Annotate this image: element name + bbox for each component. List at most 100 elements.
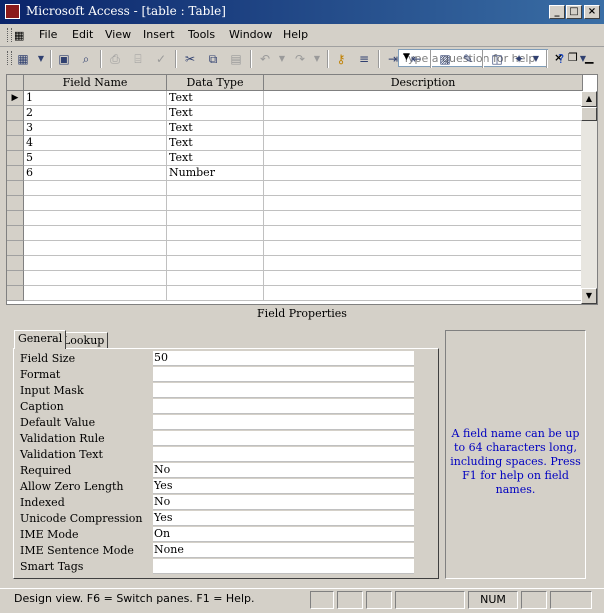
print-preview-icon[interactable]: ⌸: [129, 50, 147, 68]
data-type-cell[interactable]: Text: [167, 91, 264, 106]
menu-view[interactable]: View: [105, 28, 131, 41]
redo-icon[interactable]: ↷: [291, 50, 309, 68]
property-value-field[interactable]: Yes: [153, 511, 414, 526]
close-button[interactable]: ×: [584, 5, 600, 19]
view-icon[interactable]: ▦: [14, 50, 32, 68]
minimize-button[interactable]: _: [549, 5, 565, 19]
search-icon[interactable]: ⌕: [77, 50, 95, 68]
description-cell[interactable]: [264, 136, 583, 151]
row-selector[interactable]: [7, 226, 24, 241]
row-selector[interactable]: [7, 196, 24, 211]
row-selector[interactable]: [7, 241, 24, 256]
row-selector[interactable]: [7, 271, 24, 286]
field-name-cell[interactable]: 2: [24, 106, 167, 121]
field-name-cell[interactable]: [24, 271, 167, 286]
undo-dropdown-icon[interactable]: ▼: [273, 50, 291, 68]
menu-file[interactable]: File: [39, 28, 57, 41]
description-cell[interactable]: [264, 286, 583, 301]
property-value-field[interactable]: Yes: [153, 479, 414, 494]
field-name-cell[interactable]: [24, 181, 167, 196]
property-value-field[interactable]: [153, 383, 414, 398]
field-name-cell[interactable]: 5: [24, 151, 167, 166]
menu-insert[interactable]: Insert: [143, 28, 175, 41]
column-header-data-type[interactable]: Data Type: [167, 75, 264, 91]
indexes-icon[interactable]: ≡: [355, 50, 373, 68]
data-type-cell[interactable]: Text: [167, 151, 264, 166]
row-selector[interactable]: [7, 256, 24, 271]
description-cell[interactable]: [264, 181, 583, 196]
field-name-cell[interactable]: [24, 196, 167, 211]
data-type-cell[interactable]: [167, 196, 264, 211]
description-cell[interactable]: [264, 121, 583, 136]
property-value-field[interactable]: None: [153, 543, 414, 558]
toolbar-grip[interactable]: [7, 51, 12, 65]
maximize-button[interactable]: □: [566, 5, 582, 19]
description-cell[interactable]: [264, 241, 583, 256]
menu-window[interactable]: Window: [229, 28, 272, 41]
copy-icon[interactable]: ⧉: [204, 50, 222, 68]
property-value-field[interactable]: [153, 447, 414, 462]
data-type-cell[interactable]: Text: [167, 121, 264, 136]
data-type-cell[interactable]: [167, 211, 264, 226]
description-cell[interactable]: [264, 151, 583, 166]
description-cell[interactable]: [264, 166, 583, 181]
property-value-field[interactable]: No: [153, 463, 414, 478]
print-icon[interactable]: ⎙: [106, 50, 124, 68]
access-app-icon[interactable]: [5, 4, 20, 19]
menu-help[interactable]: Help: [283, 28, 308, 41]
tab-general[interactable]: General: [14, 330, 67, 349]
field-name-cell[interactable]: [24, 211, 167, 226]
property-value-field[interactable]: [153, 367, 414, 382]
description-cell[interactable]: [264, 271, 583, 286]
data-type-cell[interactable]: [167, 271, 264, 286]
property-value-field[interactable]: No: [153, 495, 414, 510]
properties-icon[interactable]: ▨: [436, 50, 454, 68]
scroll-down-icon[interactable]: ▼: [581, 288, 597, 304]
menu-tools[interactable]: Tools: [188, 28, 215, 41]
build-icon[interactable]: ✎: [459, 50, 477, 68]
row-selector[interactable]: [7, 136, 24, 151]
data-type-cell[interactable]: [167, 181, 264, 196]
menu-edit[interactable]: Edit: [72, 28, 93, 41]
field-name-cell[interactable]: 1: [24, 91, 167, 106]
cut-icon[interactable]: ✂: [181, 50, 199, 68]
row-selector[interactable]: [7, 106, 24, 121]
description-cell[interactable]: [264, 256, 583, 271]
primary-key-icon[interactable]: ⚷: [332, 50, 350, 68]
field-name-cell[interactable]: [24, 226, 167, 241]
save-icon[interactable]: ▣: [55, 50, 73, 68]
menu-grip[interactable]: [7, 28, 12, 42]
grid-corner[interactable]: [7, 75, 24, 91]
database-window-icon[interactable]: ◫: [488, 50, 506, 68]
field-name-cell[interactable]: 4: [24, 136, 167, 151]
row-selector[interactable]: [7, 181, 24, 196]
scroll-thumb[interactable]: [581, 107, 597, 121]
data-type-cell[interactable]: [167, 256, 264, 271]
help-icon[interactable]: ?: [552, 50, 570, 68]
data-type-cell[interactable]: [167, 226, 264, 241]
new-object-icon[interactable]: ✦: [510, 50, 528, 68]
data-type-cell[interactable]: Text: [167, 136, 264, 151]
scroll-up-icon[interactable]: ▲: [581, 91, 597, 107]
field-name-cell[interactable]: 6: [24, 166, 167, 181]
data-type-cell[interactable]: Number: [167, 166, 264, 181]
field-name-cell[interactable]: [24, 241, 167, 256]
paste-icon[interactable]: ▤: [227, 50, 245, 68]
table-menu-icon[interactable]: ▦: [14, 29, 24, 42]
property-value-field[interactable]: [153, 415, 414, 430]
data-type-cell[interactable]: [167, 241, 264, 256]
tab-lookup[interactable]: Lookup: [59, 332, 109, 349]
description-cell[interactable]: [264, 211, 583, 226]
grid-vertical-scrollbar[interactable]: ▲ ▼: [581, 91, 597, 304]
row-selector[interactable]: [7, 151, 24, 166]
column-header-description[interactable]: Description: [264, 75, 583, 91]
delete-rows-icon[interactable]: ⇤: [407, 50, 425, 68]
description-cell[interactable]: [264, 91, 583, 106]
view-dropdown-icon[interactable]: ▼: [32, 50, 50, 68]
undo-icon[interactable]: ↶: [256, 50, 274, 68]
property-value-field[interactable]: [153, 559, 414, 574]
description-cell[interactable]: [264, 106, 583, 121]
description-cell[interactable]: [264, 226, 583, 241]
redo-dropdown-icon[interactable]: ▼: [308, 50, 326, 68]
property-value-field[interactable]: 50: [153, 351, 414, 366]
